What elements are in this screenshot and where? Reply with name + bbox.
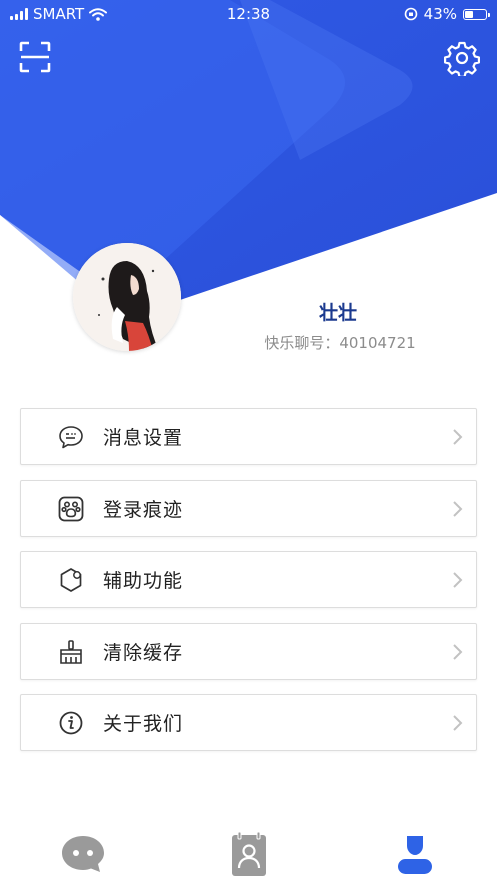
tab-chats[interactable] <box>58 828 108 878</box>
battery-icon <box>463 8 490 20</box>
chevron-right-icon <box>453 500 463 517</box>
status-bar: SMART 12:38 43% <box>0 0 497 28</box>
menu-item-label: 消息设置 <box>103 427 184 449</box>
info-icon <box>59 711 83 735</box>
avatar-image <box>73 243 181 351</box>
tab-profile[interactable] <box>390 828 440 878</box>
contacts-icon <box>232 831 266 876</box>
menu-item-login-history[interactable]: 登录痕迹 <box>20 479 477 537</box>
tab-contacts[interactable] <box>224 828 274 878</box>
profile-icon <box>398 836 432 874</box>
menu-item-label: 登录痕迹 <box>103 498 184 521</box>
avatar[interactable] <box>73 243 181 351</box>
broom-icon <box>60 639 82 664</box>
settings-menu: 消息设置 登录痕迹 辅助功能 清除缓存 关于我们 <box>20 408 477 766</box>
user-name: 壮壮 <box>318 302 357 324</box>
scan-icon <box>19 41 51 73</box>
menu-item-clear-cache[interactable]: 清除缓存 <box>20 622 477 680</box>
chevron-right-icon <box>453 572 463 588</box>
menu-item-message-settings[interactable]: 消息设置 <box>20 408 477 465</box>
header-background <box>0 0 497 300</box>
message-icon <box>59 426 83 449</box>
menu-item-label: 关于我们 <box>103 713 184 735</box>
menu-item-about-us[interactable]: 关于我们 <box>20 694 477 751</box>
scan-button[interactable] <box>18 40 52 74</box>
chat-icon <box>62 836 104 872</box>
user-id: 快乐聊号：40104721 <box>264 334 416 352</box>
chevron-right-icon <box>453 715 463 731</box>
tab-bar <box>0 820 497 883</box>
menu-item-label: 辅助功能 <box>103 570 184 592</box>
status-right: 43% <box>404 5 490 23</box>
chevron-right-icon <box>453 643 463 660</box>
menu-item-accessibility[interactable]: 辅助功能 <box>20 551 477 608</box>
profile-header <box>0 0 497 300</box>
menu-item-label: 清除缓存 <box>103 641 184 664</box>
settings-button[interactable] <box>444 40 480 78</box>
battery-percent: 43% <box>423 5 457 23</box>
paw-icon <box>58 496 84 521</box>
chevron-right-icon <box>453 429 463 445</box>
hexagon-icon <box>60 568 82 592</box>
orientation-lock-icon <box>404 7 417 21</box>
gear-icon <box>444 41 480 78</box>
